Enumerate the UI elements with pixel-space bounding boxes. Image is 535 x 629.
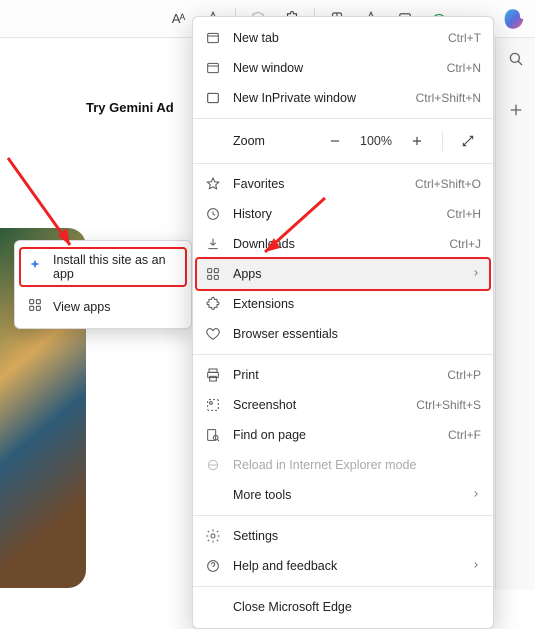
- shortcut: Ctrl+Shift+O: [415, 177, 481, 191]
- shortcut: Ctrl+Shift+N: [416, 91, 481, 105]
- shortcut: Ctrl+T: [448, 31, 481, 45]
- menu-find[interactable]: Find on page Ctrl+F: [193, 420, 493, 450]
- separator: [193, 515, 493, 516]
- shortcut: Ctrl+Shift+S: [416, 398, 481, 412]
- menu-new-inprivate[interactable]: New InPrivate window Ctrl+Shift+N: [193, 83, 493, 113]
- read-aloud-button[interactable]: Aᴬ: [163, 5, 193, 33]
- print-icon: [205, 367, 221, 383]
- find-icon: [205, 427, 221, 443]
- label: New tab: [233, 31, 436, 45]
- label: Close Microsoft Edge: [233, 600, 481, 614]
- label: Downloads: [233, 237, 437, 251]
- copilot-icon[interactable]: [501, 4, 531, 34]
- menu-apps[interactable]: Apps: [197, 259, 489, 289]
- label: Print: [233, 368, 435, 382]
- shortcut: Ctrl+F: [448, 428, 481, 442]
- chevron-right-icon: [471, 267, 481, 281]
- apps-icon: [205, 266, 221, 282]
- apps-grid-icon: [27, 297, 43, 316]
- right-sidebar: [495, 38, 535, 590]
- label: Screenshot: [233, 398, 404, 412]
- install-label: Install this site as an app: [53, 253, 179, 281]
- menu-history[interactable]: History Ctrl+H: [193, 199, 493, 229]
- screenshot-icon: [205, 397, 221, 413]
- menu-settings[interactable]: Settings: [193, 521, 493, 551]
- menu-extensions[interactable]: Extensions: [193, 289, 493, 319]
- menu-more-tools[interactable]: More tools: [193, 480, 493, 510]
- label: Favorites: [233, 177, 403, 191]
- label: Help and feedback: [233, 559, 459, 573]
- separator: [193, 586, 493, 587]
- plus-icon[interactable]: [507, 101, 525, 124]
- install-site-as-app-item[interactable]: Install this site as an app: [19, 247, 187, 287]
- shortcut: Ctrl+H: [447, 207, 481, 221]
- view-apps-label: View apps: [53, 300, 110, 314]
- menu-reload-ie: Reload in Internet Explorer mode: [193, 450, 493, 480]
- new-tab-icon: [205, 30, 221, 46]
- help-icon: [205, 558, 221, 574]
- apps-submenu: Install this site as an app View apps: [14, 240, 192, 329]
- shortcut: Ctrl+N: [447, 61, 481, 75]
- heart-pulse-icon: [205, 326, 221, 342]
- label: Settings: [233, 529, 481, 543]
- ie-icon: [205, 457, 221, 473]
- label: More tools: [233, 488, 459, 502]
- overflow-menu: New tab Ctrl+T New window Ctrl+N New InP…: [192, 16, 494, 629]
- label: Reload in Internet Explorer mode: [233, 458, 481, 472]
- divider: [442, 131, 443, 151]
- star-icon: [205, 176, 221, 192]
- gear-icon: [205, 528, 221, 544]
- extensions-icon: [205, 296, 221, 312]
- inprivate-icon: [205, 90, 221, 106]
- menu-zoom: Zoom 100%: [193, 124, 493, 158]
- gemini-ad-text: Try Gemini Ad: [86, 100, 174, 115]
- menu-screenshot[interactable]: Screenshot Ctrl+Shift+S: [193, 390, 493, 420]
- menu-downloads[interactable]: Downloads Ctrl+J: [193, 229, 493, 259]
- menu-help[interactable]: Help and feedback: [193, 551, 493, 581]
- label: Extensions: [233, 297, 481, 311]
- download-icon: [205, 236, 221, 252]
- label: Browser essentials: [233, 327, 481, 341]
- chevron-right-icon: [471, 559, 481, 573]
- label: Find on page: [233, 428, 436, 442]
- menu-browser-essentials[interactable]: Browser essentials: [193, 319, 493, 349]
- menu-close-edge[interactable]: Close Microsoft Edge: [193, 592, 493, 622]
- search-icon[interactable]: [507, 50, 525, 73]
- separator: [193, 354, 493, 355]
- zoom-value: 100%: [360, 134, 392, 148]
- shortcut: Ctrl+P: [447, 368, 481, 382]
- fullscreen-button[interactable]: [455, 128, 481, 154]
- label: History: [233, 207, 435, 221]
- sparkle-icon: [27, 258, 43, 277]
- menu-new-tab[interactable]: New tab Ctrl+T: [193, 23, 493, 53]
- view-apps-item[interactable]: View apps: [15, 289, 191, 324]
- label: New InPrivate window: [233, 91, 404, 105]
- history-icon: [205, 206, 221, 222]
- label: Apps: [233, 267, 459, 281]
- separator: [193, 163, 493, 164]
- menu-favorites[interactable]: Favorites Ctrl+Shift+O: [193, 169, 493, 199]
- zoom-in-button[interactable]: [404, 128, 430, 154]
- chevron-right-icon: [471, 488, 481, 502]
- new-window-icon: [205, 60, 221, 76]
- label: New window: [233, 61, 435, 75]
- shortcut: Ctrl+J: [449, 237, 481, 251]
- separator: [193, 118, 493, 119]
- zoom-out-button[interactable]: [322, 128, 348, 154]
- menu-print[interactable]: Print Ctrl+P: [193, 360, 493, 390]
- menu-new-window[interactable]: New window Ctrl+N: [193, 53, 493, 83]
- zoom-label: Zoom: [233, 134, 314, 148]
